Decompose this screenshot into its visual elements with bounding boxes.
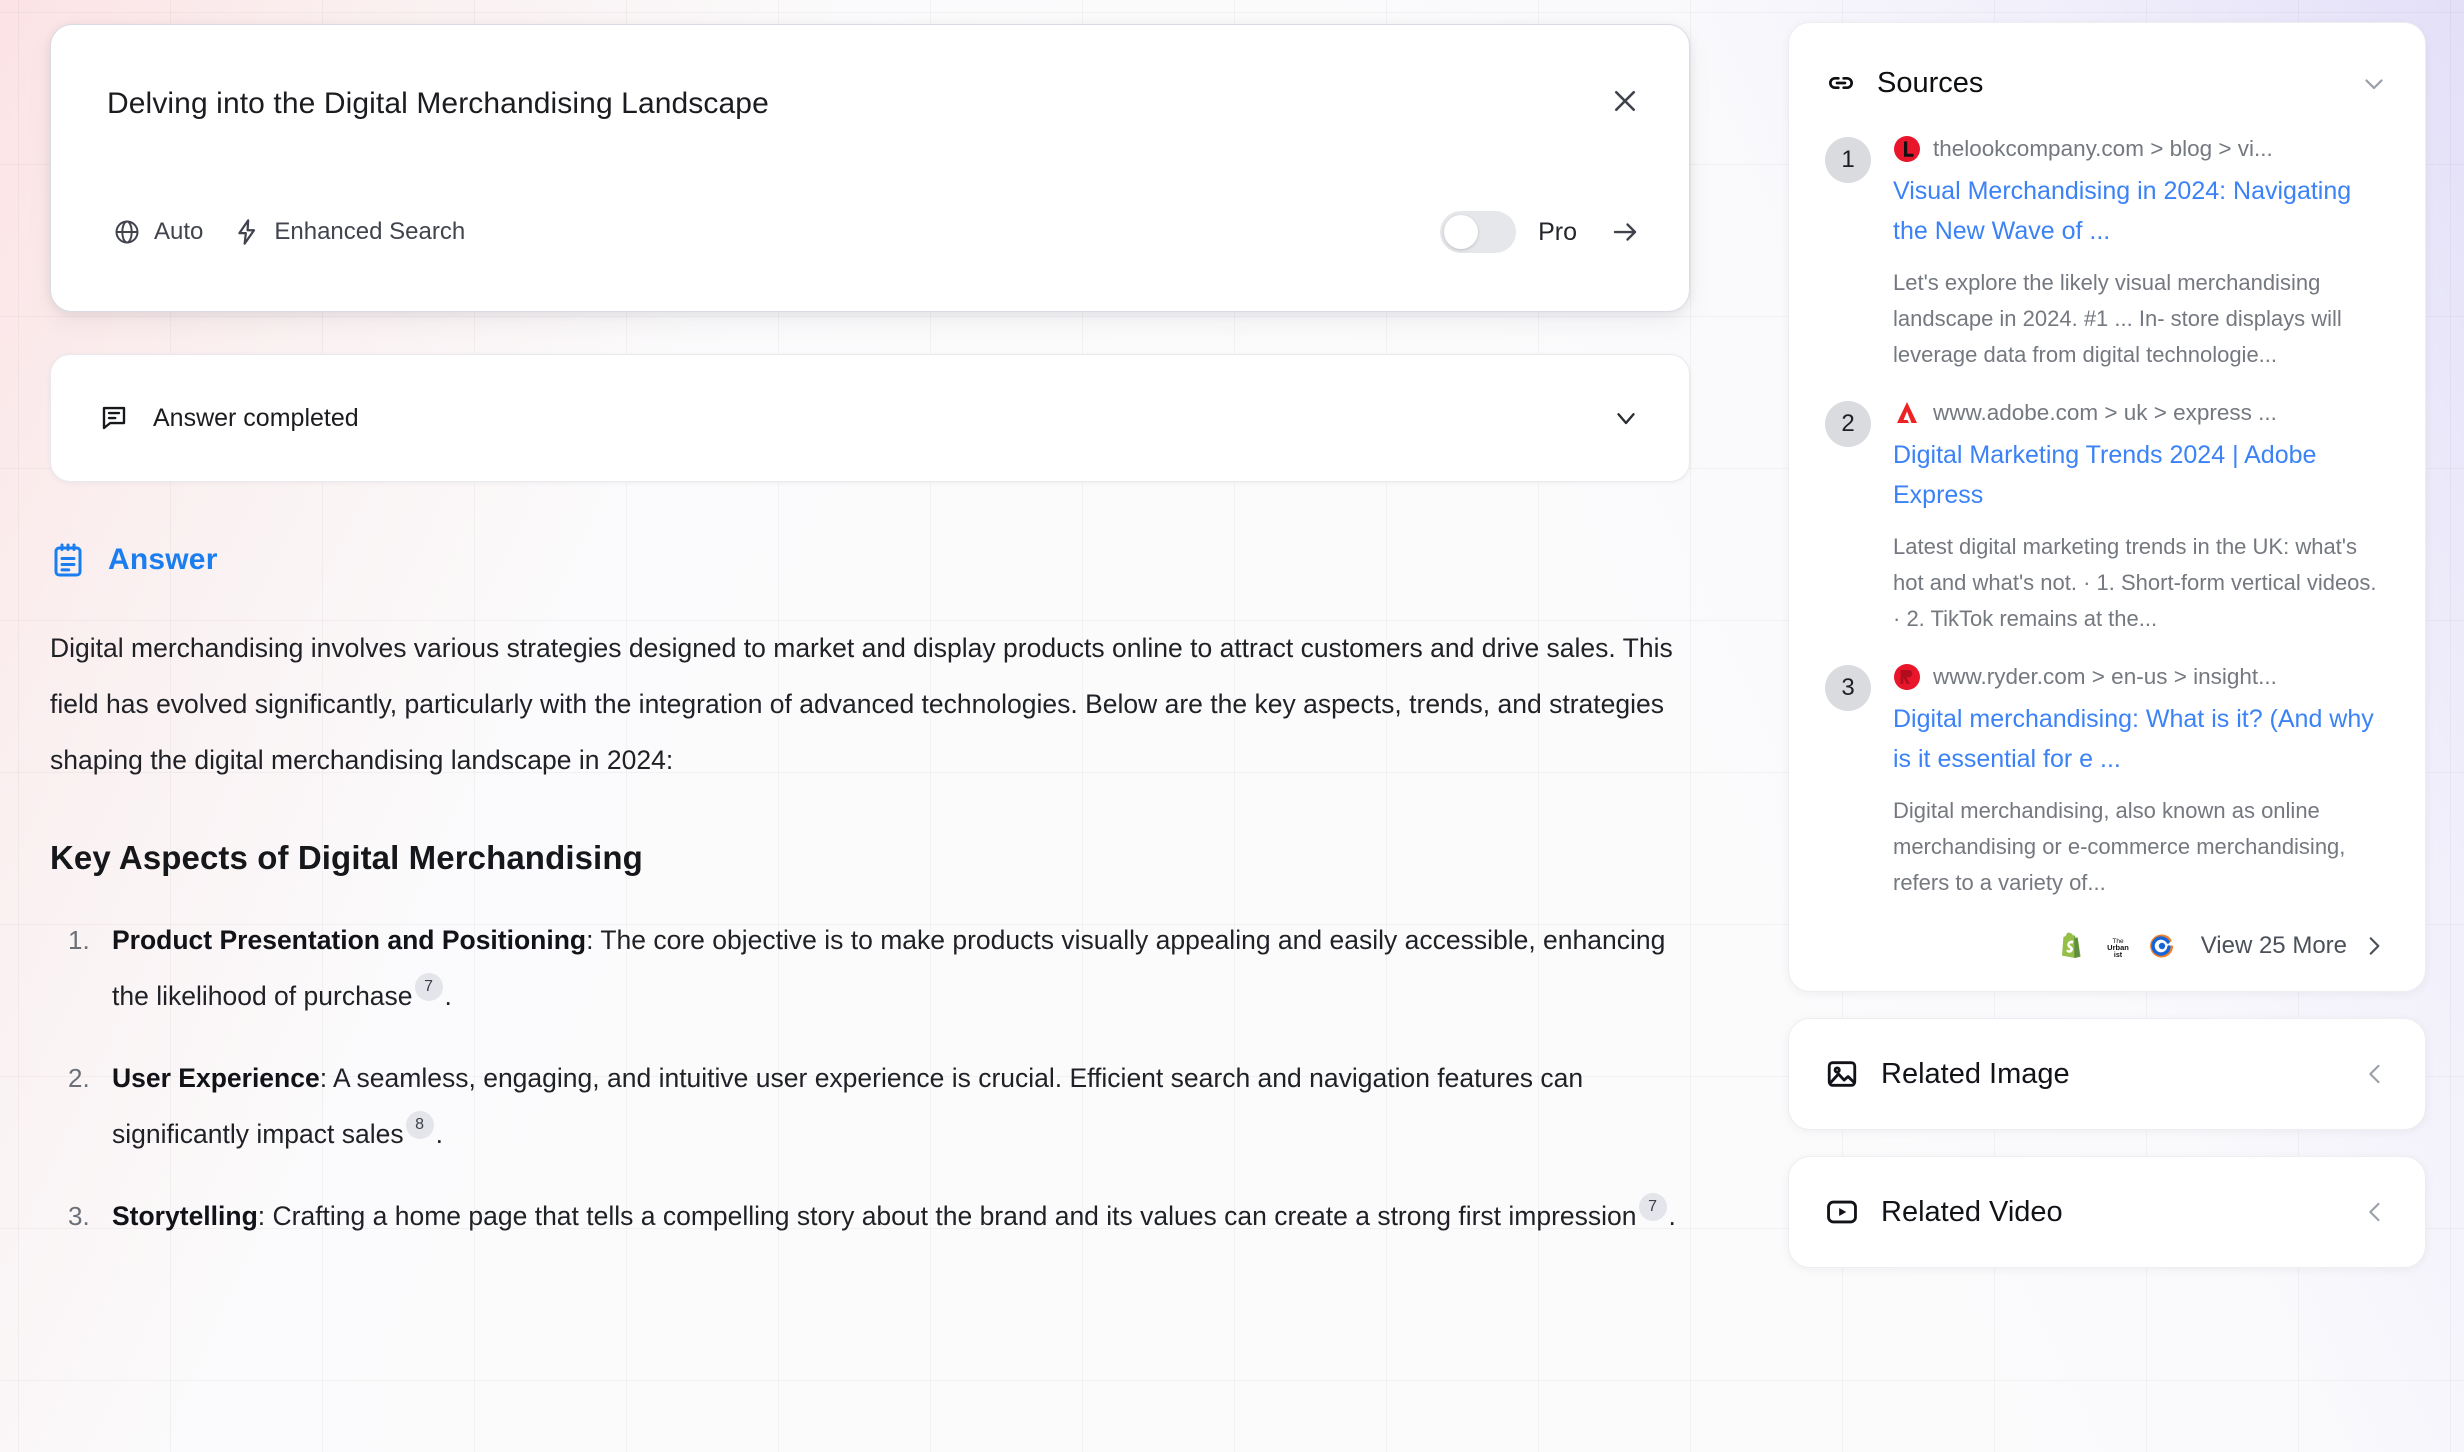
- close-icon[interactable]: [1605, 81, 1645, 121]
- shopify-favicon: [2059, 931, 2089, 961]
- source-index-badge: 3: [1825, 665, 1871, 711]
- list-item-term: Storytelling: [112, 1201, 258, 1231]
- list-item: Product Presentation and Positioning: Th…: [50, 912, 1700, 1024]
- list-item-tail: .: [444, 981, 452, 1011]
- svg-text:Urban: Urban: [2107, 943, 2129, 952]
- search-card: Delving into the Digital Merchandising L…: [50, 24, 1690, 312]
- source-title-link[interactable]: Digital merchandising: What is it? (And …: [1893, 699, 2389, 779]
- chat-bubble-icon: [99, 403, 129, 433]
- citation-badge[interactable]: 8: [405, 1111, 434, 1140]
- list-item: User Experience: A seamless, engaging, a…: [50, 1050, 1700, 1162]
- source-body: www.ryder.com > en-us > insight... Digit…: [1893, 663, 2389, 901]
- source-url: www.adobe.com > uk > express ...: [1933, 400, 2277, 425]
- source-index-badge: 2: [1825, 401, 1871, 447]
- main-content-column: Delving into the Digital Merchandising L…: [50, 24, 1690, 1270]
- answer-status-label: Answer completed: [153, 403, 359, 432]
- citation-badge[interactable]: 7: [414, 973, 443, 1002]
- related-video-title: Related Video: [1881, 1195, 2063, 1228]
- adobe-favicon: [1893, 399, 1921, 427]
- notepad-icon: [50, 542, 86, 578]
- list-item-term: Product Presentation and Positioning: [112, 925, 587, 955]
- search-toolbar: Auto Enhanced Search Pro: [107, 209, 1645, 255]
- page-root: Delving into the Digital Merchandising L…: [0, 0, 2464, 1452]
- related-video-panel[interactable]: Related Video: [1788, 1156, 2426, 1268]
- list-item: Storytelling: Crafting a home page that …: [50, 1188, 1700, 1244]
- source-url-row: www.adobe.com > uk > express ...: [1893, 399, 2389, 427]
- source-title-link[interactable]: Visual Merchandising in 2024: Navigating…: [1893, 171, 2389, 251]
- pro-toggle-knob: [1444, 215, 1479, 249]
- chevron-right-icon: [2361, 933, 2387, 959]
- source-index-badge: 1: [1825, 137, 1871, 183]
- answer-key-aspects-list: Product Presentation and Positioning: Th…: [50, 912, 1700, 1244]
- pro-toggle[interactable]: [1440, 211, 1517, 253]
- source-item[interactable]: 1 thelookcompany.com > blog > vi... Visu…: [1789, 109, 2425, 373]
- source-snippet: Let's explore the likely visual merchand…: [1893, 270, 2342, 367]
- answer-paragraph: Digital merchandising involves various s…: [50, 633, 1673, 775]
- sources-panel: Sources 1 thelookcompany.com > blog > vi…: [1788, 22, 2426, 992]
- chevron-left-icon[interactable]: [2361, 1198, 2389, 1226]
- answer-section-heading: Key Aspects of Digital Merchandising: [50, 839, 643, 876]
- enhanced-search-label: Enhanced Search: [274, 218, 466, 245]
- mode-auto-button[interactable]: Auto: [107, 214, 209, 250]
- source-item[interactable]: 3 www.ryder.com > en-us > insight... Dig…: [1789, 637, 2425, 901]
- source-body: thelookcompany.com > blog > vi... Visual…: [1893, 135, 2389, 373]
- source-url: thelookcompany.com > blog > vi...: [1933, 136, 2273, 161]
- chevron-down-icon[interactable]: [1611, 403, 1641, 433]
- view-more-sources-button[interactable]: The Urban ist View 25 More: [1789, 901, 2425, 961]
- video-play-icon: [1825, 1195, 1859, 1229]
- answer-status-card[interactable]: Answer completed: [50, 354, 1690, 482]
- cquence-favicon: [2147, 931, 2177, 961]
- related-image-title: Related Image: [1881, 1057, 2070, 1090]
- answer-body: Digital merchandising involves various s…: [50, 620, 1700, 1244]
- source-url-row: www.ryder.com > en-us > insight...: [1893, 663, 2389, 691]
- source-snippet: Digital merchandising, also known as onl…: [1893, 798, 2346, 895]
- theurbanist-favicon: The Urban ist: [2103, 931, 2133, 961]
- svg-text:ist: ist: [2114, 952, 2123, 959]
- related-image-panel[interactable]: Related Image: [1788, 1018, 2426, 1130]
- chevron-down-icon[interactable]: [2359, 68, 2389, 98]
- list-item-tail: .: [1668, 1201, 1676, 1231]
- source-item[interactable]: 2 www.adobe.com > uk > express ... Digit…: [1789, 373, 2425, 637]
- enhanced-search-button[interactable]: Enhanced Search: [227, 214, 471, 250]
- answer-title: Answer: [108, 543, 218, 576]
- sidebar-column: Sources 1 thelookcompany.com > blog > vi…: [1788, 22, 2426, 1268]
- source-title-link[interactable]: Digital Marketing Trends 2024 | Adobe Ex…: [1893, 435, 2389, 515]
- answer-header: Answer: [50, 542, 1690, 578]
- link-icon: [1825, 67, 1857, 99]
- sources-header[interactable]: Sources: [1789, 57, 2425, 109]
- more-sources-favicons: The Urban ist: [2059, 931, 2177, 961]
- source-url: www.ryder.com > en-us > insight...: [1933, 664, 2277, 689]
- ryder-favicon: [1893, 663, 1921, 691]
- source-url-row: thelookcompany.com > blog > vi...: [1893, 135, 2389, 163]
- lightning-icon: [233, 218, 261, 246]
- globe-icon: [113, 218, 141, 246]
- citation-badge[interactable]: 7: [1638, 1193, 1667, 1222]
- source-snippet: Latest digital marketing trends in the U…: [1893, 534, 2377, 631]
- submit-arrow-icon[interactable]: [1605, 212, 1645, 252]
- list-item-text: : A seamless, engaging, and intuitive us…: [112, 1063, 1584, 1149]
- pro-label: Pro: [1538, 217, 1577, 246]
- thelookcompany-favicon: [1893, 135, 1921, 163]
- chevron-left-icon[interactable]: [2361, 1060, 2389, 1088]
- list-item-tail: .: [435, 1119, 443, 1149]
- mode-auto-label: Auto: [154, 218, 204, 245]
- view-more-label: View 25 More: [2200, 932, 2347, 959]
- list-item-text: : Crafting a home page that tells a comp…: [257, 1201, 1637, 1231]
- image-icon: [1825, 1057, 1859, 1091]
- sources-title: Sources: [1877, 66, 1984, 99]
- source-body: www.adobe.com > uk > express ... Digital…: [1893, 399, 2389, 637]
- pro-controls: Pro: [1440, 211, 1645, 253]
- search-query-text[interactable]: Delving into the Digital Merchandising L…: [107, 87, 769, 121]
- list-item-term: User Experience: [112, 1063, 320, 1093]
